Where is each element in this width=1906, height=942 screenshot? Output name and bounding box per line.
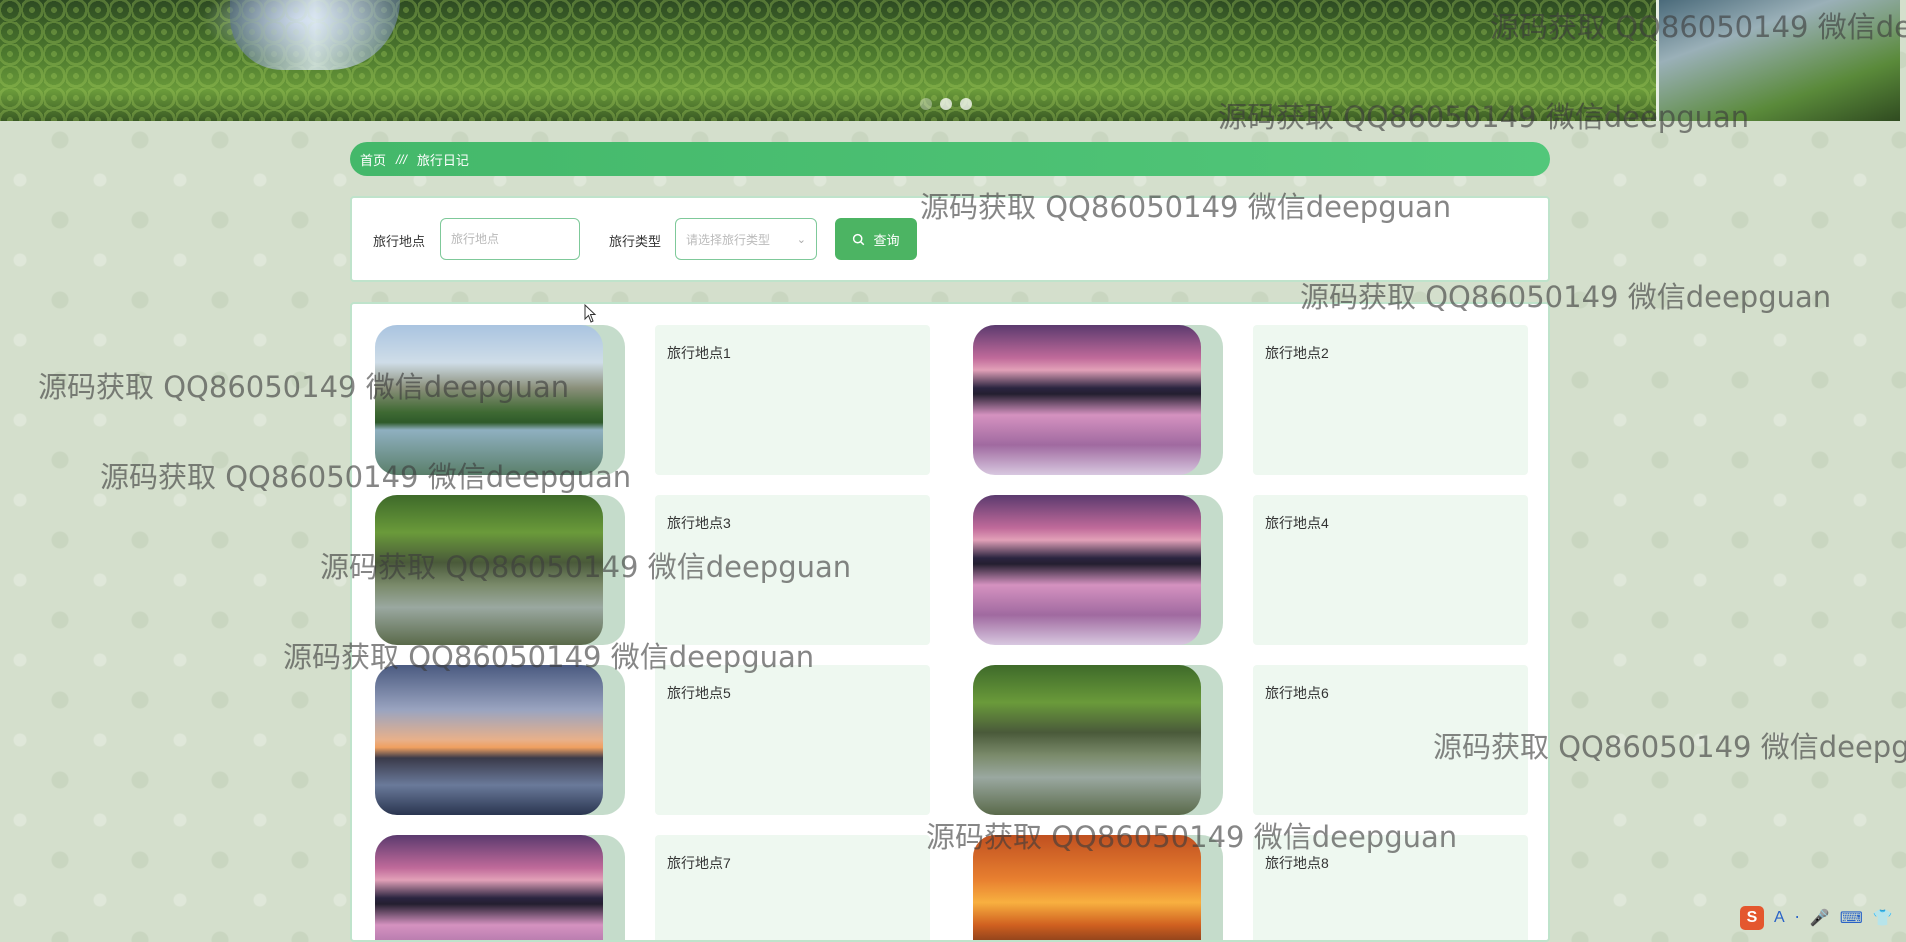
card-info: 旅行地点2 [1253, 325, 1528, 475]
search-button-label: 查询 [873, 232, 900, 248]
carousel-dot-1[interactable] [920, 98, 932, 110]
sogou-ime-icon[interactable]: S [1740, 906, 1764, 930]
card-image[interactable] [375, 495, 603, 645]
breadcrumb: 首页 /// 旅行日记 [350, 142, 1550, 176]
card-info: 旅行地点6 [1253, 665, 1528, 815]
list-item[interactable]: 旅行地点2 [973, 325, 1548, 475]
card-image[interactable] [973, 325, 1201, 475]
card-info: 旅行地点5 [655, 665, 930, 815]
card-image[interactable] [973, 835, 1201, 940]
mouse-cursor-icon [584, 304, 597, 323]
list-item[interactable]: 旅行地点8 [973, 835, 1548, 940]
hero-banner [0, 0, 1900, 121]
breadcrumb-current: 旅行日记 [416, 152, 469, 168]
ime-letter-icon[interactable]: A [1774, 909, 1785, 927]
list-item[interactable]: 旅行地点6 [973, 665, 1548, 815]
card-image[interactable] [375, 835, 603, 940]
banner-waterfall-image [230, 0, 400, 70]
carousel-dot-2[interactable] [940, 98, 952, 110]
punctuation-icon[interactable]: ‧ [1795, 908, 1800, 928]
type-select[interactable]: 请选择旅行类型 ⌄ [675, 218, 817, 260]
card-title[interactable]: 旅行地点1 [667, 343, 731, 363]
card-info: 旅行地点3 [655, 495, 930, 645]
card-info: 旅行地点8 [1253, 835, 1528, 940]
keyboard-icon[interactable]: ⌨ [1840, 908, 1863, 928]
search-button[interactable]: 查询 [835, 218, 917, 260]
card-info: 旅行地点7 [655, 835, 930, 940]
card-title[interactable]: 旅行地点8 [1265, 853, 1329, 873]
card-info: 旅行地点1 [655, 325, 930, 475]
list-item[interactable]: 旅行地点5 [375, 665, 950, 815]
card-title[interactable]: 旅行地点6 [1265, 683, 1329, 703]
ime-toolbar: S A ‧ 🎤 ⌨ 👕 [1740, 904, 1906, 932]
list-item[interactable]: 旅行地点1 [375, 325, 950, 475]
card-title[interactable]: 旅行地点2 [1265, 343, 1329, 363]
card-image[interactable] [973, 665, 1201, 815]
search-icon [853, 233, 865, 245]
chevron-down-icon: ⌄ [796, 233, 806, 246]
breadcrumb-home-link[interactable]: 首页 [360, 150, 386, 169]
carousel-dot-3[interactable] [960, 98, 972, 110]
list-item[interactable]: 旅行地点4 [973, 495, 1548, 645]
card-image[interactable] [375, 325, 603, 475]
microphone-icon[interactable]: 🎤 [1810, 908, 1830, 928]
card-title[interactable]: 旅行地点4 [1265, 513, 1329, 533]
breadcrumb-separator: /// [396, 151, 407, 167]
card-title[interactable]: 旅行地点5 [667, 683, 731, 703]
search-panel: 旅行地点 旅行类型 请选择旅行类型 ⌄ 查询 [350, 196, 1550, 282]
list-item[interactable]: 旅行地点7 [375, 835, 950, 940]
list-item[interactable]: 旅行地点3 [375, 495, 950, 645]
location-label: 旅行地点 [373, 234, 426, 249]
travel-diary-list: 旅行地点1 旅行地点2 旅行地点3 旅行地点4 旅行地点5 旅行地点6 旅行地点… [350, 302, 1550, 942]
carousel-indicators [920, 98, 972, 110]
shirt-icon[interactable]: 👕 [1873, 908, 1893, 928]
card-image[interactable] [375, 665, 603, 815]
location-input[interactable] [440, 218, 580, 260]
card-info: 旅行地点4 [1253, 495, 1528, 645]
type-label: 旅行类型 [609, 234, 662, 249]
banner-next-slide-image [1656, 0, 1900, 121]
type-select-placeholder: 请选择旅行类型 [686, 232, 771, 247]
card-image[interactable] [973, 495, 1201, 645]
card-title[interactable]: 旅行地点3 [667, 513, 731, 533]
card-title[interactable]: 旅行地点7 [667, 853, 731, 873]
